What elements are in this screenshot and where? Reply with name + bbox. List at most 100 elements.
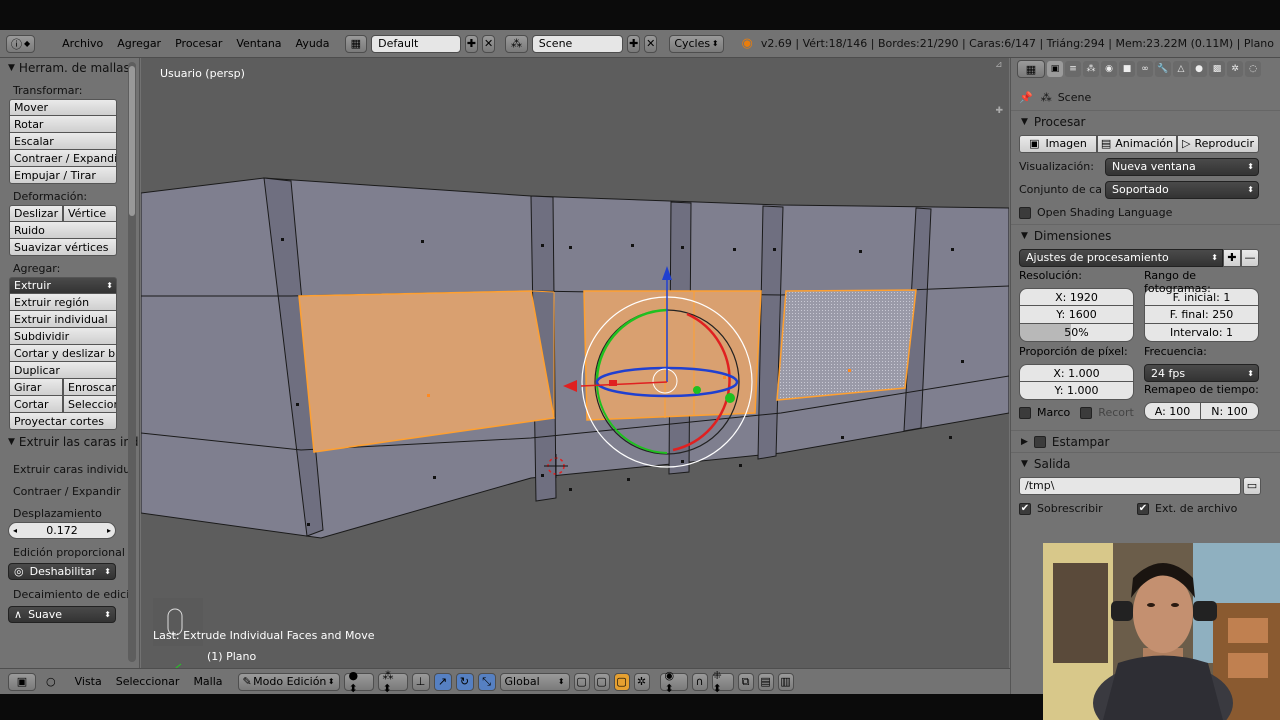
editor-type-button[interactable]: ⓘ ◆ — [6, 34, 36, 53]
border-checkbox[interactable] — [1019, 406, 1031, 419]
delete-scene-button[interactable]: ✕ — [644, 34, 658, 53]
crop-checkbox[interactable] — [1080, 406, 1093, 419]
fps-dropdown[interactable]: 24 fps ⬍ — [1144, 364, 1259, 382]
presets-dropdown[interactable]: Ajustes de procesamiento ⬍ — [1019, 248, 1223, 267]
push-pull-button[interactable]: Empujar / Tirar — [9, 167, 117, 184]
render-engine-dropdown[interactable]: Cycles ⬍ — [669, 34, 724, 53]
remap-new-field[interactable]: N: 100 — [1201, 402, 1259, 420]
menu-vista[interactable]: Vista — [70, 675, 107, 688]
3d-viewport[interactable]: Usuario (persp) Last: Extrude Individual… — [141, 58, 1009, 668]
falloff-dropdown[interactable]: ∧ Suave ⬍ — [8, 606, 116, 623]
file-ext-checkbox[interactable]: ✔ — [1137, 502, 1149, 515]
render-gl-button[interactable]: ▥ — [777, 672, 794, 691]
spin-button[interactable]: Girar — [9, 379, 63, 396]
knife-button[interactable]: Cortar — [9, 396, 63, 413]
rotate-manip-button[interactable]: ↻ — [455, 672, 474, 691]
feature-set-dropdown[interactable]: Soportado ⬍ — [1105, 180, 1259, 199]
collapse-menu-icon[interactable]: ○ — [46, 675, 56, 688]
pivot-dropdown[interactable]: ⁂ ⬍ — [377, 669, 408, 695]
move-button[interactable]: Mover — [9, 99, 117, 116]
output-path-field[interactable]: /tmp\ — [1019, 476, 1241, 495]
scene-field[interactable]: Scene — [531, 34, 624, 53]
render-button[interactable]: ⧉ — [737, 672, 754, 691]
scene-icon[interactable]: ⁂ — [505, 34, 528, 53]
render-anim-button[interactable]: ▤ — [757, 672, 774, 691]
render-image-button[interactable]: ▣ Imagen — [1019, 134, 1097, 153]
viewport-split-icon[interactable]: ⊿ — [995, 60, 1005, 70]
data-tab-icon[interactable]: △ — [1173, 61, 1189, 77]
menu-agregar[interactable]: Agregar — [112, 37, 166, 50]
layers-tab-icon[interactable]: ≡ — [1065, 61, 1081, 77]
play-button[interactable]: ▷ Reproducir — [1177, 134, 1259, 153]
proportional-button[interactable]: ◉ ⬍ — [659, 669, 688, 695]
object-tab-icon[interactable]: ■ — [1119, 61, 1135, 77]
resolution-x-field[interactable]: X: 1920 — [1019, 288, 1134, 306]
menu-procesar[interactable]: Procesar — [170, 37, 227, 50]
world-tab-icon[interactable]: ◉ — [1101, 61, 1117, 77]
stamp-panel-header[interactable]: ▶ Estampar — [1011, 430, 1280, 452]
face-select-button[interactable]: ▢ — [613, 672, 630, 691]
render-tab-icon[interactable]: ▣ — [1047, 61, 1063, 77]
noise-button[interactable]: Ruido — [9, 222, 117, 239]
displacement-field[interactable]: ◂ 0.172 ▸ — [8, 522, 116, 539]
op-shrink-fatten[interactable]: Contraer / Expandir — [0, 480, 139, 502]
layers-button[interactable]: ▢ — [573, 672, 590, 691]
operator-panel-header[interactable]: ▼ Extruir las caras ind — [0, 432, 139, 452]
screen-layout-icon[interactable]: ▦ — [344, 34, 368, 53]
loop-cut-button[interactable]: Cortar y deslizar bucle — [9, 345, 117, 362]
scale-button[interactable]: Escalar — [9, 133, 117, 150]
browse-folder-button[interactable]: ▭ — [1243, 476, 1261, 495]
screen-layout-field[interactable]: Default — [371, 34, 461, 53]
scale-manip-button[interactable]: ⤡ — [477, 672, 496, 691]
orientation-dropdown[interactable]: Global ⬍ — [499, 672, 570, 691]
resolution-y-field[interactable]: Y: 1600 — [1019, 306, 1134, 324]
shading-dropdown[interactable]: ● ⬍ — [343, 669, 374, 695]
delete-layout-button[interactable]: ✕ — [482, 34, 496, 53]
knife-select-button[interactable]: Seleccion — [63, 396, 117, 413]
subdivide-button[interactable]: Subdividir — [9, 328, 117, 345]
snap-element-dropdown[interactable]: ⁜ ⬍ — [711, 669, 734, 695]
menu-archivo[interactable]: Archivo — [57, 37, 108, 50]
pin-icon[interactable]: 📌 — [1019, 91, 1033, 104]
particles-tab-icon[interactable]: ✲ — [1227, 61, 1243, 77]
frame-end-field[interactable]: F. final: 250 — [1144, 306, 1259, 324]
editor-type-properties-button[interactable]: ▦ — [1017, 60, 1045, 78]
remove-preset-button[interactable]: — — [1241, 248, 1259, 267]
menu-ventana[interactable]: Ventana — [231, 37, 286, 50]
op-extrude-faces[interactable]: Extruir caras individua — [0, 458, 139, 480]
menu-ayuda[interactable]: Ayuda — [291, 37, 335, 50]
extrude-region-button[interactable]: Extruir región — [9, 294, 117, 311]
snap-button[interactable]: ∩ — [691, 672, 708, 691]
shrink-fatten-button[interactable]: Contraer / Expandir — [9, 150, 117, 167]
edge-slide-button[interactable]: Deslizar b — [9, 205, 63, 222]
menu-seleccionar[interactable]: Seleccionar — [111, 675, 185, 688]
osl-checkbox[interactable] — [1019, 206, 1031, 219]
mode-dropdown[interactable]: ✎ Modo Edición ⬍ — [237, 672, 340, 691]
add-preset-button[interactable]: ✚ — [1223, 248, 1241, 267]
mesh-tools-header[interactable]: ▼ Herram. de mallas — [0, 58, 139, 78]
vertex-select-button[interactable]: ▢ — [593, 672, 610, 691]
frame-step-field[interactable]: Intervalo: 1 — [1144, 324, 1259, 342]
material-tab-icon[interactable]: ● — [1191, 61, 1207, 77]
modifiers-tab-icon[interactable]: 🔧 — [1155, 61, 1171, 77]
resolution-pct-field[interactable]: 50% — [1019, 324, 1134, 342]
vertex-slide-button[interactable]: Vértice — [63, 205, 117, 222]
add-scene-button[interactable]: ✚ — [627, 34, 641, 53]
proportional-edit-dropdown[interactable]: ◎ Deshabilitar ⬍ — [8, 563, 116, 580]
display-dropdown[interactable]: Nueva ventana ⬍ — [1105, 157, 1259, 176]
editor-type-3dview-button[interactable]: ▣ — [8, 672, 36, 691]
add-layout-button[interactable]: ✚ — [465, 34, 479, 53]
smooth-vertex-button[interactable]: Suavizar vértices — [9, 239, 117, 256]
stamp-checkbox[interactable] — [1033, 435, 1046, 448]
extrude-dropdown[interactable]: Extruir ⬍ — [9, 277, 117, 294]
translate-manip-button[interactable]: ↗ — [433, 672, 452, 691]
overwrite-checkbox[interactable]: ✔ — [1019, 502, 1031, 515]
render-panel-header[interactable]: ▼ Procesar — [1011, 110, 1280, 132]
render-animation-button[interactable]: ▤ Animación — [1097, 134, 1177, 153]
viewport-plus-icon[interactable]: ✚ — [995, 106, 1003, 116]
output-panel-header[interactable]: ▼ Salida — [1011, 452, 1280, 474]
aspect-y-field[interactable]: Y: 1.000 — [1019, 382, 1134, 400]
texture-tab-icon[interactable]: ▩ — [1209, 61, 1225, 77]
extrude-individual-button[interactable]: Extruir individual — [9, 311, 117, 328]
menu-malla[interactable]: Malla — [188, 675, 227, 688]
